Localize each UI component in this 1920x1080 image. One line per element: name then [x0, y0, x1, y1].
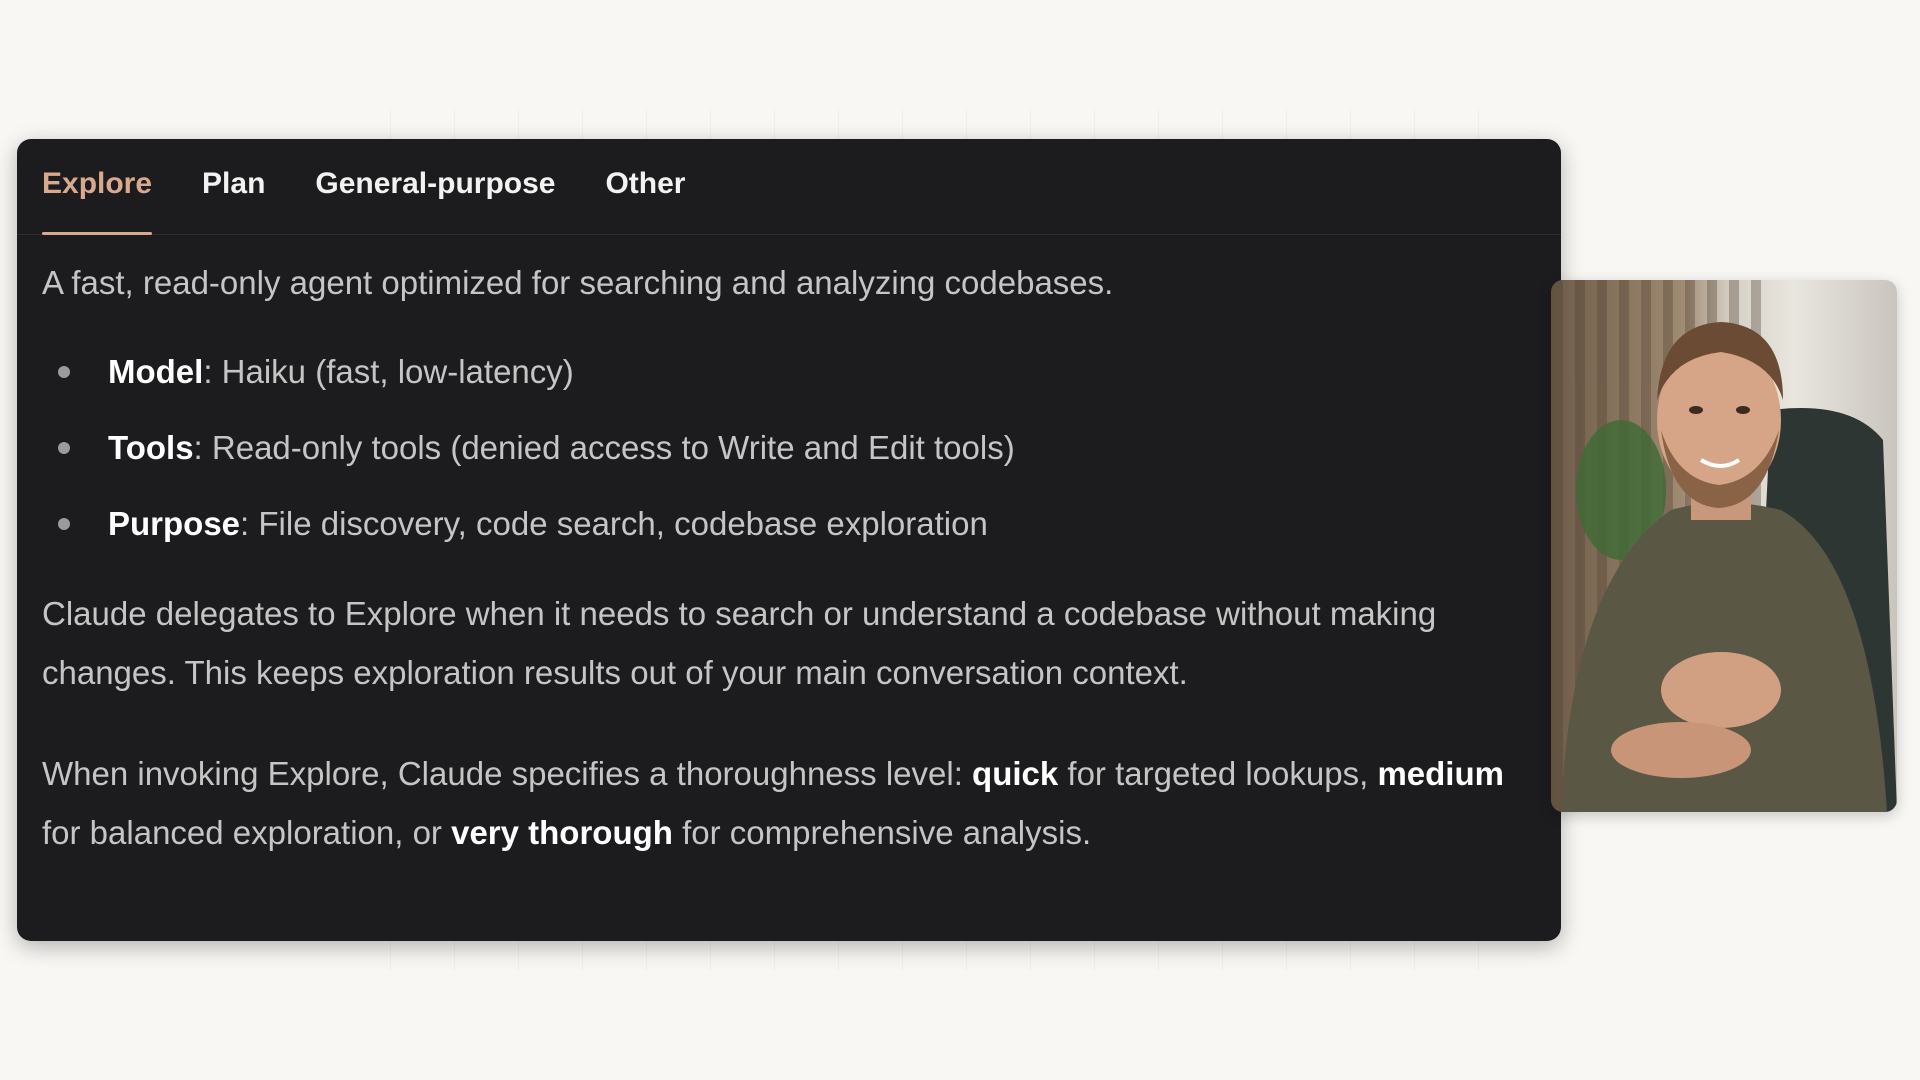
tab-bar: Explore Plan General-purpose Other [17, 139, 1561, 235]
tab-plan[interactable]: Plan [202, 139, 265, 234]
tab-general-purpose[interactable]: General-purpose [315, 139, 555, 234]
delegation-paragraph: Claude delegates to Explore when it need… [42, 595, 1437, 691]
tab-explore[interactable]: Explore [42, 139, 153, 235]
purpose-desc: : File discovery, code search, codebase … [240, 505, 988, 542]
list-item-purpose: Purpose: File discovery, code search, co… [42, 486, 1543, 562]
model-desc: : Haiku (fast, low-latency) [203, 353, 574, 390]
bullet-icon [58, 518, 70, 530]
tab-other[interactable]: Other [605, 139, 685, 234]
presenter-illustration [1551, 280, 1897, 812]
model-term: Model [108, 353, 204, 390]
medium-desc: for balanced exploration, or [42, 814, 452, 851]
medium-level: medium [1377, 755, 1504, 792]
quick-level: quick [972, 755, 1059, 792]
tools-desc: : Read-only tools (denied access to Writ… [193, 429, 1015, 466]
very-thorough-desc: for comprehensive analysis. [672, 814, 1092, 851]
very-thorough-level: very thorough [451, 814, 673, 851]
webcam-video-feed [1551, 280, 1897, 812]
purpose-term: Purpose [108, 505, 241, 542]
bullet-icon [58, 366, 70, 378]
list-item-tools: Tools: Read-only tools (denied access to… [42, 410, 1543, 486]
agent-info-card: Explore Plan General-purpose Other A fas… [17, 139, 1561, 941]
list-item-model: Model: Haiku (fast, low-latency) [42, 334, 1543, 410]
intro-text: A fast, read-only agent optimized for se… [42, 264, 1114, 301]
tools-term: Tools [108, 429, 194, 466]
quick-desc: for targeted lookups, [1058, 755, 1378, 792]
bullet-icon [58, 442, 70, 454]
thoroughness-prefix: When invoking Explore, Claude specifies … [42, 755, 973, 792]
tab-panel-content: A fast, read-only agent optimized for se… [42, 235, 1543, 862]
thoroughness-paragraph: When invoking Explore, Claude specifies … [42, 744, 1543, 862]
feature-list: Model: Haiku (fast, low-latency) Tools: … [42, 334, 1543, 562]
